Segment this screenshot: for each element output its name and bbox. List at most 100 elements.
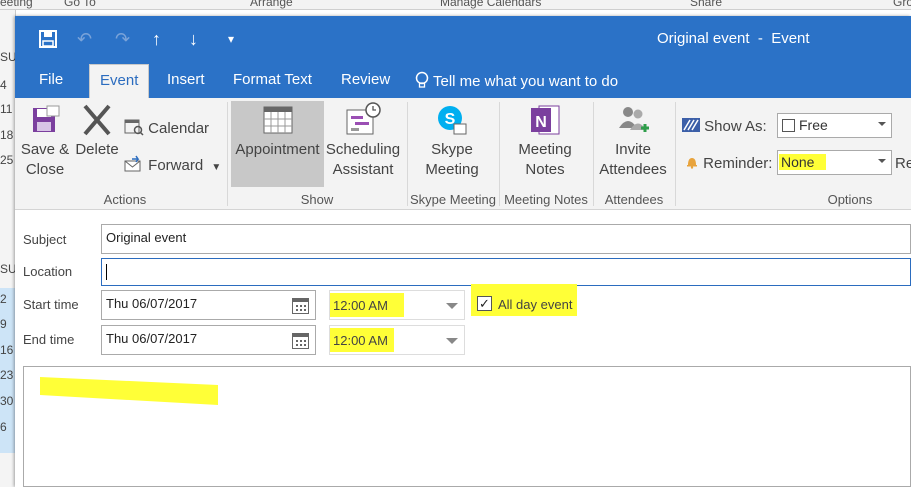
group-options-label: Options [827,192,873,207]
forward-icon [124,155,141,172]
group-show-label: Show [300,192,334,207]
bg-day: 23 [0,368,14,382]
bg-day: 30 [0,394,14,408]
skype-meeting-label: Skype Meeting [425,141,479,178]
group-separator [499,102,500,206]
chevron-down-icon [446,338,458,344]
invite-attendees-label: Invite Attendees [599,141,667,178]
delete-x-icon [83,104,111,136]
bg-label: Manage Calendars [440,0,542,9]
end-date-input[interactable]: Thu 06/07/2017 [101,325,316,355]
group-notes-label: Meeting Notes [504,192,588,207]
all-day-checkbox[interactable]: ✓ [477,296,492,311]
group-attendees-label: Attendees [604,192,664,207]
tell-me-box[interactable]: Tell me what you want to do [415,71,618,90]
show-as-value: Free [799,117,828,133]
show-as-dropdown[interactable]: Free [777,113,892,138]
save-close-label: Save & Close [20,141,70,178]
subject-label: Subject [23,232,67,247]
tab-review[interactable]: Review [341,71,390,88]
start-time-dropdown[interactable]: 12:00 AM [329,290,465,320]
bg-day: 9 [0,317,7,331]
calendar-label: Calendar [148,120,210,137]
svg-text:N: N [535,114,547,131]
end-date-value: Thu 06/07/2017 [106,331,198,346]
ribbon-tabs: File Event Insert Format Text Review Tel… [15,62,911,98]
ribbon: Save & Close Delete Calendar Forward ▼ A… [15,98,911,210]
calendar-picker-icon[interactable] [292,298,309,314]
show-as-icon [682,118,700,132]
save-icon[interactable] [39,30,57,48]
start-time-value: 12:00 AM [330,293,404,317]
bell-icon [687,158,697,169]
text-caret [106,264,107,280]
tab-event[interactable]: Event [89,64,150,98]
calendar-button[interactable]: Calendar [124,118,209,137]
bg-label: Go To [64,0,96,9]
title-bar: ↶ ↷ ↑ ↓ ▾ Original event - Event [15,16,911,62]
location-input[interactable] [101,258,911,286]
show-as-label-group: Show As: [682,118,767,135]
chevron-down-icon [446,303,458,309]
appointment-icon [263,106,292,134]
start-date-value: Thu 06/07/2017 [106,296,198,311]
reminder-value: None [779,154,827,170]
bg-day: 4 [0,78,7,92]
all-day-label: All day event [498,297,573,312]
end-time-label: End time [23,332,75,347]
scheduling-assistant-button[interactable]: Scheduling Assistant [325,102,401,180]
tab-insert[interactable]: Insert [167,71,205,88]
highlight-mark [40,377,218,405]
group-separator [675,102,676,206]
bg-label: Gro [893,0,911,9]
recurrence-partial-label[interactable]: Re [895,155,911,172]
background-calendar-strip: SU 4 11 18 25 SU 2 9 16 23 30 6 [0,10,17,487]
calendar-picker-icon[interactable] [292,333,309,349]
end-time-dropdown[interactable]: 12:00 AM [329,325,465,355]
tab-format-text[interactable]: Format Text [233,71,312,88]
appointment-button[interactable]: Appointment [231,102,324,160]
reminder-dropdown[interactable]: None [777,150,892,175]
free-swatch-icon [782,119,795,132]
bg-day: 25 [0,153,14,167]
background-ribbon-strip: eeting Go To Arrange Manage Calendars Sh… [0,0,911,10]
tab-file[interactable]: File [39,71,63,88]
undo-icon[interactable]: ↶ [77,30,92,48]
end-time-value: 12:00 AM [330,328,394,352]
skype-meeting-button[interactable]: S Skype Meeting [412,102,492,180]
bg-day: 16 [0,343,14,357]
redo-icon[interactable]: ↷ [115,30,130,48]
chevron-down-icon [878,159,886,163]
invite-attendees-button[interactable]: Invite Attendees [597,102,669,180]
meeting-notes-button[interactable]: N Meeting Notes [505,102,585,180]
arrow-down-icon[interactable]: ↓ [189,30,198,48]
subject-input[interactable]: Original event [101,224,911,254]
delete-label: Delete [75,141,119,158]
group-separator [407,102,408,206]
event-window: ↶ ↷ ↑ ↓ ▾ Original event - Event File Ev… [15,16,911,487]
onenote-icon: N [531,105,560,135]
save-close-button[interactable]: Save & Close [20,102,70,180]
bg-label: eeting [0,0,33,9]
delete-button[interactable]: Delete [73,102,121,160]
lightbulb-icon [415,71,429,88]
meeting-notes-label: Meeting Notes [518,141,572,178]
group-separator [593,102,594,206]
save-close-icon [33,105,60,132]
invite-attendees-icon [619,107,649,132]
bg-label: Share [690,0,723,9]
scheduling-assistant-icon [346,102,381,135]
bg-day: 11 [0,102,13,116]
skype-icon: S [438,106,467,135]
arrow-up-icon[interactable]: ↑ [152,30,161,48]
forward-label: Forward [148,157,204,174]
chevron-down-icon: ▼ [211,162,222,173]
bg-label: Arrange [250,0,293,9]
customize-qat-icon[interactable]: ▾ [228,30,234,48]
forward-button[interactable]: Forward ▼ [124,155,221,174]
bg-day: 6 [0,420,7,434]
event-notes-body[interactable] [23,366,911,487]
group-separator [227,102,228,206]
start-date-input[interactable]: Thu 06/07/2017 [101,290,316,320]
location-label: Location [23,264,73,279]
